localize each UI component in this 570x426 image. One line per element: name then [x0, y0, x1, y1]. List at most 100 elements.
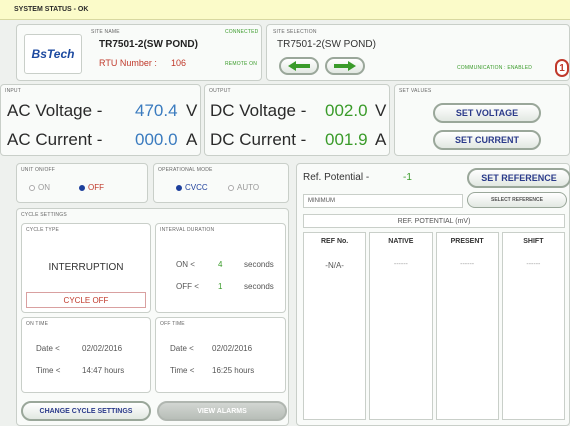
- operational-mode-label: OPERATIONAL MODE: [158, 167, 213, 173]
- set-current-button-label: SET CURRENT: [454, 135, 519, 145]
- ac-voltage-unit: V: [186, 101, 198, 120]
- set-reference-label: SET REFERENCE: [481, 173, 557, 183]
- radio-off-icon: [29, 184, 35, 191]
- unit-off-radio[interactable]: OFF: [79, 183, 104, 192]
- ref-table: REF No. -N/A- NATIVE ------ PRESENT ----…: [303, 232, 565, 420]
- ac-current-value: 000.0: [135, 130, 178, 149]
- status-bar: SYSTEM STATUS - OK: [0, 0, 570, 20]
- ref-col-header: NATIVE: [388, 238, 414, 245]
- ac-current-unit: A: [186, 130, 198, 149]
- interval-on-label: ON <: [176, 260, 195, 269]
- ref-potential-label: Ref. Potential -: [303, 172, 370, 183]
- rtu-number: 106: [171, 58, 187, 68]
- reference-select-value: MINIMUM: [308, 198, 335, 204]
- communication-label: COMMUNICATION : ENABLED: [457, 65, 533, 71]
- view-alarms-button[interactable]: VIEW ALARMS: [157, 401, 287, 421]
- off-time-panel: OFF TIME Date < 02/02/2016 Time < 16:25 …: [155, 317, 286, 393]
- unit-off-label: OFF: [88, 183, 104, 192]
- mode-cvcc-label: CVCC: [185, 183, 208, 192]
- communication-badge: 1: [555, 59, 569, 77]
- reference-panel: Ref. Potential - -1 SET REFERENCE MINIMU…: [296, 163, 570, 426]
- ref-table-title-bar: REF. POTENTIAL (mV): [303, 214, 565, 228]
- cycle-status: CYCLE OFF: [26, 292, 146, 308]
- company-logo: BsTech: [24, 34, 82, 74]
- on-date-label: Date <: [36, 344, 60, 353]
- ref-col-header: PRESENT: [450, 238, 484, 245]
- off-time-value: 16:25 hours: [212, 366, 255, 375]
- status-text: SYSTEM STATUS - OK: [14, 6, 89, 13]
- off-date-label: Date <: [170, 344, 194, 353]
- cycle-type-value: INTERRUPTION: [48, 262, 124, 273]
- interval-off-label: OFF <: [176, 282, 199, 291]
- on-time-label: ON TIME: [26, 321, 49, 327]
- ac-current-label: AC Current -: [7, 130, 103, 149]
- cycle-settings-panel: CYCLE SETTINGS CYCLE TYPE INTERRUPTION C…: [16, 208, 289, 426]
- operational-mode-panel: OPERATIONAL MODE CVCC AUTO: [153, 163, 289, 203]
- ref-col-native: NATIVE ------: [369, 232, 433, 420]
- select-reference-button[interactable]: SELECT REFERENCE: [467, 192, 567, 208]
- off-time-row-label: Time <: [170, 366, 195, 375]
- off-time-label: OFF TIME: [160, 321, 185, 327]
- mode-auto-label: AUTO: [237, 183, 260, 192]
- site-name: TR7501-2(SW POND): [99, 39, 198, 50]
- set-voltage-button[interactable]: SET VOLTAGE: [433, 103, 541, 123]
- dc-current-value: 001.9: [325, 130, 368, 149]
- connected-label: CONNECTED: [225, 29, 259, 35]
- view-alarms-label: VIEW ALARMS: [197, 407, 247, 415]
- remote-label: REMOTE ON: [225, 61, 258, 67]
- ac-voltage-label: AC Voltage -: [7, 101, 103, 120]
- mode-auto-radio[interactable]: AUTO: [228, 183, 259, 192]
- cycle-settings-label: CYCLE SETTINGS: [21, 212, 67, 218]
- change-cycle-settings-label: CHANGE CYCLE SETTINGS: [39, 407, 133, 415]
- unit-on-label: ON: [38, 183, 50, 192]
- on-time-value: 14:47 hours: [82, 366, 125, 375]
- previous-site-button[interactable]: [279, 57, 319, 75]
- select-reference-label: SELECT REFERENCE: [491, 197, 543, 203]
- off-date-value: 02/02/2016: [212, 344, 253, 353]
- dc-voltage-value: 002.0: [325, 101, 368, 120]
- dc-current-unit: A: [375, 130, 387, 149]
- on-time-panel: ON TIME Date < 02/02/2016 Time < 14:47 h…: [21, 317, 151, 393]
- radio-off-icon: [228, 184, 234, 191]
- unit-on-off-label: UNIT ON/OFF: [21, 167, 56, 173]
- dc-voltage-unit: V: [375, 101, 387, 120]
- ref-col-ref-no: REF No. -N/A-: [303, 232, 367, 420]
- arrow-left-icon: [288, 61, 310, 71]
- change-cycle-settings-button[interactable]: CHANGE CYCLE SETTINGS: [21, 401, 151, 421]
- interval-duration-label: INTERVAL DURATION: [160, 227, 215, 233]
- dc-current-label: DC Current -: [210, 130, 307, 149]
- site-selection-panel: SITE SELECTION TR7501-2(SW POND) COMMUNI…: [266, 24, 570, 81]
- arrow-right-icon: [334, 61, 356, 71]
- ref-cell: -N/A-: [325, 261, 344, 270]
- unit-on-off-panel: UNIT ON/OFF ON OFF: [16, 163, 148, 203]
- next-site-button[interactable]: [325, 57, 365, 75]
- ref-table-title: REF. POTENTIAL (mV): [397, 217, 471, 225]
- set-values-panel: SET VALUES SET VOLTAGE SET CURRENT: [394, 84, 570, 156]
- ref-cell: ------: [393, 261, 408, 268]
- ref-col-shift: SHIFT ------: [501, 232, 565, 420]
- set-current-button[interactable]: SET CURRENT: [433, 130, 541, 150]
- interval-off-value[interactable]: 1: [218, 282, 222, 291]
- ref-col-header: REF No.: [321, 238, 349, 245]
- unit-on-radio[interactable]: ON: [29, 183, 50, 192]
- site-selection-value[interactable]: TR7501-2(SW POND): [277, 39, 376, 50]
- set-reference-button[interactable]: SET REFERENCE: [467, 168, 570, 188]
- mode-cvcc-radio[interactable]: CVCC: [176, 183, 208, 192]
- output-panel: OUTPUT DC Voltage - 002.0 V DC Current -…: [204, 84, 390, 156]
- on-date-value: 02/02/2016: [82, 344, 123, 353]
- set-voltage-button-label: SET VOLTAGE: [455, 108, 519, 118]
- communication-badge-text: 1: [559, 62, 565, 74]
- cycle-status-text: CYCLE OFF: [63, 295, 109, 305]
- ref-cell: ------: [526, 261, 541, 268]
- interval-on-value[interactable]: 4: [218, 260, 222, 269]
- site-info-panel: BsTech SITE NAME CONNECTED TR7501-2(SW P…: [16, 24, 262, 81]
- site-name-label: SITE NAME: [91, 29, 120, 35]
- reference-select[interactable]: MINIMUM: [303, 194, 463, 208]
- output-label: OUTPUT: [209, 88, 231, 94]
- input-panel: INPUT AC Voltage - 470.4 V AC Current - …: [0, 84, 201, 156]
- ref-col-present: PRESENT ------: [435, 232, 499, 420]
- ac-voltage-value: 470.4: [135, 101, 178, 120]
- ref-potential-value: -1: [403, 172, 412, 183]
- site-selection-label: SITE SELECTION: [273, 29, 317, 35]
- dc-voltage-label: DC Voltage -: [210, 101, 307, 120]
